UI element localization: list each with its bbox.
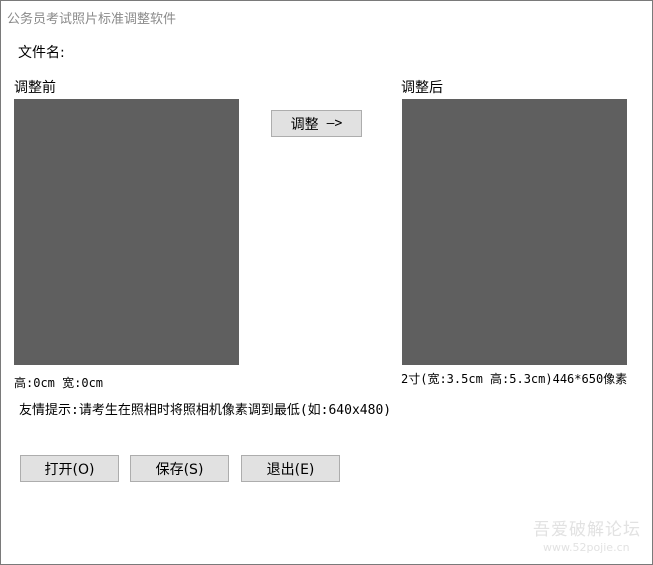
app-window: 公务员考试照片标准调整软件 文件名: 调整前 高:0cm 宽:0cm 调整 —>… xyxy=(0,0,653,565)
arrow-right-icon: —> xyxy=(326,116,343,131)
after-dimensions: 2寸(宽:3.5cm 高:5.3cm)446*650像素 xyxy=(401,372,628,386)
window-title: 公务员考试照片标准调整软件 xyxy=(7,12,177,27)
after-image-panel xyxy=(402,99,627,365)
before-dimensions: 高:0cm 宽:0cm xyxy=(14,376,104,390)
before-label: 调整前 xyxy=(14,80,56,96)
watermark-logo: 吾爱破解论坛 xyxy=(533,520,641,540)
adjust-button[interactable]: 调整 —> xyxy=(271,110,362,137)
adjust-button-label: 调整 xyxy=(290,116,319,133)
open-button[interactable]: 打开(O) xyxy=(20,455,119,482)
save-button[interactable]: 保存(S) xyxy=(130,455,229,482)
tip-text: 友情提示:请考生在照相时将照相机像素调到最低(如:640x480) xyxy=(19,403,392,418)
file-name-label: 文件名: xyxy=(18,45,65,61)
exit-button[interactable]: 退出(E) xyxy=(241,455,340,482)
before-image-panel xyxy=(14,99,239,365)
watermark-url: www.52pojie.cn xyxy=(543,541,630,554)
after-label: 调整后 xyxy=(401,80,443,96)
